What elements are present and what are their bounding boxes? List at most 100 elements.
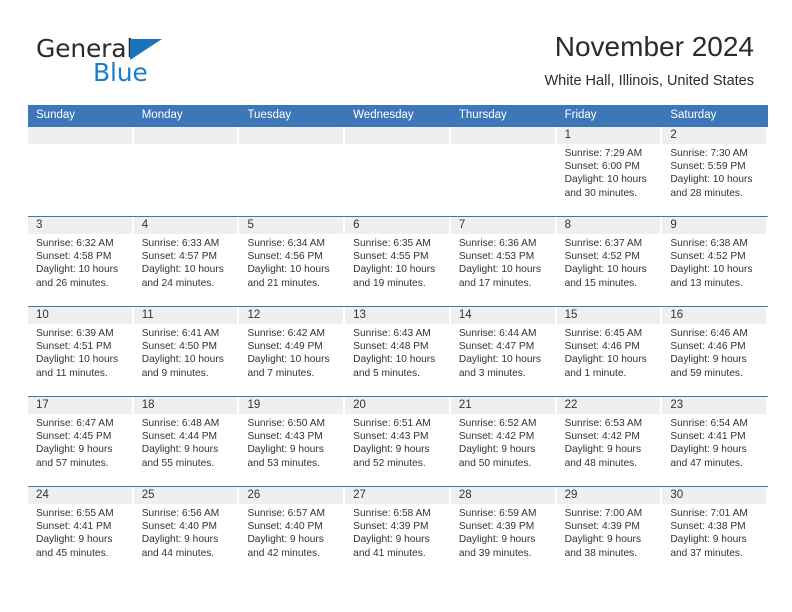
day-daylight2-text: and 38 minutes.: [564, 547, 638, 559]
day-details: Sunrise: 6:50 AM Sunset: 4:43 PM Daylight:…: [239, 414, 343, 470]
day-cell-empty: [239, 127, 345, 216]
day-sunset-text: Sunset: 4:43 PM: [353, 431, 429, 443]
day-sunrise-text: Sunrise: 6:46 AM: [670, 328, 748, 339]
day-cell[interactable]: 19 Sunrise: 6:50 AM Sunset: 4:43 PM Dayligh…: [239, 397, 345, 486]
day-number: 1: [556, 127, 661, 144]
day-sunset-text: Sunset: 4:47 PM: [458, 341, 535, 353]
day-cell[interactable]: 5 Sunrise: 6:34 AM Sunset: 4:56 PM Daylight…: [239, 217, 345, 306]
day-details: Sunrise: 6:56 AM Sunset: 4:40 PM Daylight:…: [134, 504, 238, 560]
day-cell-inner: 19 Sunrise: 6:50 AM Sunset: 4:43 PM Dayligh…: [239, 397, 344, 486]
day-cell[interactable]: 16 Sunrise: 6:46 AM Sunset: 4:46 PM Dayligh…: [662, 307, 768, 396]
day-daylight2-text: and 53 minutes.: [247, 457, 320, 469]
weekday-header-wednesday: Wednesday: [353, 109, 414, 121]
day-daylight2-text: and 21 minutes.: [247, 277, 320, 289]
day-cell[interactable]: 22 Sunrise: 6:53 AM Sunset: 4:42 PM Dayligh…: [556, 397, 663, 486]
day-daylight2-text: and 24 minutes.: [141, 277, 215, 289]
day-sunrise-text: Sunrise: 6:57 AM: [247, 508, 326, 519]
day-cell[interactable]: 17 Sunrise: 6:47 AM Sunset: 4:45 PM Dayligh…: [28, 397, 134, 486]
day-cell-inner: 10 Sunrise: 6:39 AM Sunset: 4:51 PM Dayligh…: [28, 307, 132, 396]
day-cell[interactable]: 14 Sunrise: 6:44 AM Sunset: 4:47 PM Dayligh…: [450, 307, 557, 396]
day-details: Sunrise: 6:35 AM Sunset: 4:55 PM Daylight:…: [345, 234, 449, 290]
day-cell[interactable]: 18 Sunrise: 6:48 AM Sunset: 4:44 PM Dayligh…: [133, 397, 240, 486]
day-number: 26: [239, 487, 344, 504]
day-cell[interactable]: 8 Sunrise: 6:37 AM Sunset: 4:52 PM Daylight…: [556, 217, 663, 306]
day-details: Sunrise: 7:29 AM Sunset: 6:00 PM Daylight:…: [557, 144, 661, 200]
day-number: 29: [556, 487, 661, 504]
day-daylight2-text: and 59 minutes.: [670, 367, 743, 379]
day-cell[interactable]: 6 Sunrise: 6:35 AM Sunset: 4:55 PM Daylight…: [345, 217, 451, 306]
calendar-week-row: 3 Sunrise: 6:32 AM Sunset: 4:58 PM Daylight…: [28, 216, 768, 306]
day-cell[interactable]: 25 Sunrise: 6:56 AM Sunset: 4:40 PM Dayligh…: [133, 487, 240, 576]
day-cell[interactable]: 29 Sunrise: 7:00 AM Sunset: 4:39 PM Dayligh…: [556, 487, 663, 576]
day-sunrise-text: Sunrise: 6:36 AM: [458, 238, 537, 249]
day-sunrise-text: Sunrise: 6:54 AM: [670, 418, 748, 429]
day-details: Sunrise: 6:33 AM Sunset: 4:57 PM Daylight:…: [134, 234, 238, 290]
day-cell[interactable]: 1 Sunrise: 7:29 AM Sunset: 6:00 PM Daylight…: [556, 127, 663, 216]
day-sunrise-text: Sunrise: 6:42 AM: [247, 328, 326, 339]
day-details: Sunrise: 6:47 AM Sunset: 4:45 PM Daylight:…: [28, 414, 132, 470]
day-number: 14: [450, 307, 555, 324]
day-number: 10: [28, 307, 132, 324]
day-daylight1-text: Daylight: 9 hours: [247, 534, 324, 546]
calendar-week-row: 24 Sunrise: 6:55 AM Sunset: 4:41 PM Dayligh…: [28, 486, 768, 576]
weekday-header-thursday: Thursday: [458, 109, 507, 121]
day-number: 23: [662, 397, 767, 414]
day-sunset-text: Sunset: 4:50 PM: [141, 341, 218, 353]
day-cell[interactable]: 26 Sunrise: 6:57 AM Sunset: 4:40 PM Dayligh…: [239, 487, 345, 576]
day-sunrise-text: Sunrise: 6:44 AM: [458, 328, 537, 339]
day-cell[interactable]: 9 Sunrise: 6:38 AM Sunset: 4:52 PM Daylight…: [662, 217, 768, 306]
day-cell[interactable]: 2 Sunrise: 7:30 AM Sunset: 5:59 PM Daylight…: [662, 127, 768, 216]
day-details: Sunrise: 6:54 AM Sunset: 4:41 PM Daylight:…: [662, 414, 766, 470]
day-number: 3: [28, 217, 132, 234]
day-details: [239, 144, 343, 147]
day-cell-inner: 4 Sunrise: 6:33 AM Sunset: 4:57 PM Daylight…: [133, 217, 238, 306]
day-cell[interactable]: 4 Sunrise: 6:33 AM Sunset: 4:57 PM Daylight…: [133, 217, 240, 306]
day-cell-inner: 8 Sunrise: 6:37 AM Sunset: 4:52 PM Daylight…: [556, 217, 661, 306]
day-number: 25: [133, 487, 238, 504]
day-sunrise-text: Sunrise: 6:37 AM: [564, 238, 643, 249]
day-cell[interactable]: 30 Sunrise: 7:01 AM Sunset: 4:38 PM Dayligh…: [662, 487, 768, 576]
day-number: 7: [450, 217, 555, 234]
day-cell[interactable]: 11 Sunrise: 6:41 AM Sunset: 4:50 PM Dayligh…: [133, 307, 240, 396]
day-cell[interactable]: 12 Sunrise: 6:42 AM Sunset: 4:49 PM Dayligh…: [239, 307, 345, 396]
day-daylight1-text: Daylight: 10 hours: [564, 174, 647, 186]
day-details: Sunrise: 6:41 AM Sunset: 4:50 PM Daylight:…: [134, 324, 238, 380]
day-cell[interactable]: 20 Sunrise: 6:51 AM Sunset: 4:43 PM Dayligh…: [345, 397, 451, 486]
day-number: [450, 127, 555, 144]
day-cell[interactable]: 7 Sunrise: 6:36 AM Sunset: 4:53 PM Daylight…: [450, 217, 557, 306]
day-daylight2-text: and 44 minutes.: [141, 547, 215, 559]
weekday-header-friday: Friday: [564, 109, 597, 121]
day-daylight1-text: Daylight: 10 hours: [247, 264, 330, 276]
day-number: 6: [345, 217, 449, 234]
logo-triangle-icon: [130, 39, 162, 60]
weekday-header-monday: Monday: [141, 109, 183, 121]
day-sunset-text: Sunset: 4:56 PM: [247, 251, 323, 263]
weekday-header-row: Sunday Monday Tuesday Wednesday Thursday…: [28, 105, 768, 127]
day-sunrise-text: Sunrise: 7:29 AM: [564, 148, 643, 159]
day-daylight1-text: Daylight: 10 hours: [564, 264, 647, 276]
day-details: Sunrise: 7:01 AM Sunset: 4:38 PM Daylight:…: [662, 504, 766, 560]
day-sunset-text: Sunset: 4:48 PM: [353, 341, 429, 353]
day-cell[interactable]: 21 Sunrise: 6:52 AM Sunset: 4:42 PM Dayligh…: [450, 397, 557, 486]
day-daylight1-text: Daylight: 9 hours: [458, 444, 536, 456]
day-sunset-text: Sunset: 4:41 PM: [36, 521, 112, 533]
day-number: 30: [662, 487, 767, 504]
day-cell[interactable]: 23 Sunrise: 6:54 AM Sunset: 4:41 PM Dayligh…: [662, 397, 768, 486]
day-sunset-text: Sunset: 4:46 PM: [564, 341, 640, 353]
day-cell-inner: [239, 127, 344, 216]
day-cell[interactable]: 3 Sunrise: 6:32 AM Sunset: 4:58 PM Daylight…: [28, 217, 134, 306]
day-number: 21: [450, 397, 555, 414]
day-cell[interactable]: 27 Sunrise: 6:58 AM Sunset: 4:39 PM Dayligh…: [345, 487, 451, 576]
day-cell-inner: 28 Sunrise: 6:59 AM Sunset: 4:39 PM Dayligh…: [450, 487, 555, 576]
day-number: [133, 127, 238, 144]
day-cell-inner: [450, 127, 555, 216]
day-cell[interactable]: 28 Sunrise: 6:59 AM Sunset: 4:39 PM Dayligh…: [450, 487, 557, 576]
day-cell[interactable]: 15 Sunrise: 6:45 AM Sunset: 4:46 PM Dayligh…: [556, 307, 663, 396]
day-cell[interactable]: 10 Sunrise: 6:39 AM Sunset: 4:51 PM Dayligh…: [28, 307, 134, 396]
day-daylight1-text: Daylight: 10 hours: [353, 354, 436, 366]
day-cell[interactable]: 24 Sunrise: 6:55 AM Sunset: 4:41 PM Dayligh…: [28, 487, 134, 576]
day-daylight1-text: Daylight: 9 hours: [670, 444, 747, 456]
day-number: 22: [556, 397, 661, 414]
day-cell[interactable]: 13 Sunrise: 6:43 AM Sunset: 4:48 PM Dayligh…: [345, 307, 451, 396]
general-blue-logo[interactable]: General Blue: [36, 36, 266, 92]
